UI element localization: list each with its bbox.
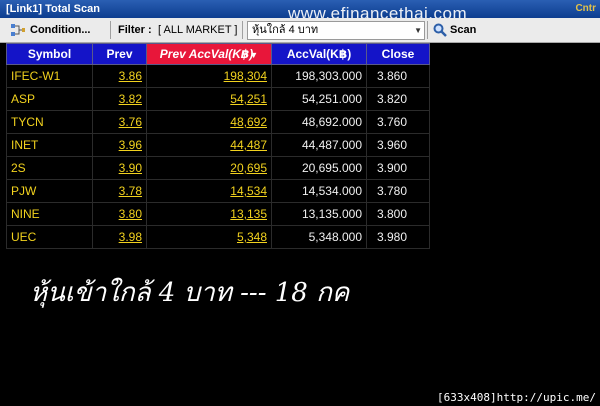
scan-select[interactable]: หุ้นใกล้ 4 บาท ▼ — [247, 21, 425, 40]
column-header-close[interactable]: Close — [366, 43, 430, 65]
prev-accval-cell[interactable]: 198,304 — [146, 64, 272, 88]
symbol-cell[interactable]: TYCN — [6, 110, 93, 134]
close-cell: 3.860 — [366, 64, 430, 88]
accval-cell: 48,692.000 — [271, 110, 367, 134]
prev-accval-cell[interactable]: 20,695 — [146, 156, 272, 180]
prev-cell[interactable]: 3.98 — [92, 225, 147, 249]
table-row[interactable]: IFEC-W1 3.86 198,304 198,303.000 3.860 — [6, 64, 430, 88]
close-cell: 3.780 — [366, 179, 430, 203]
table-row[interactable]: 2S 3.90 20,695 20,695.000 3.900 — [6, 156, 430, 180]
symbol-cell[interactable]: NINE — [6, 202, 93, 226]
accval-cell: 198,303.000 — [271, 64, 367, 88]
table-row[interactable]: ASP 3.82 54,251 54,251.000 3.820 — [6, 87, 430, 111]
scan-results-table: Symbol Prev Prev AccVal(K฿)▼ AccVal(K฿) … — [6, 43, 430, 249]
column-header-prev-accval[interactable]: Prev AccVal(K฿)▼ — [146, 43, 272, 65]
table-row[interactable]: INET 3.96 44,487 44,487.000 3.960 — [6, 133, 430, 157]
accval-cell: 14,534.000 — [271, 179, 367, 203]
window-title: [Link1] Total Scan — [6, 3, 100, 15]
scan-label: Scan — [450, 24, 477, 36]
column-header-prev-accval-label: Prev AccVal(K฿) — [159, 47, 254, 61]
prev-cell[interactable]: 3.96 — [92, 133, 147, 157]
chevron-down-icon[interactable]: ▼ — [414, 22, 422, 39]
accval-cell: 20,695.000 — [271, 156, 367, 180]
close-cell: 3.900 — [366, 156, 430, 180]
prev-cell[interactable]: 3.90 — [92, 156, 147, 180]
toolbar-divider — [427, 21, 428, 39]
table-row[interactable]: PJW 3.78 14,534 14,534.000 3.780 — [6, 179, 430, 203]
prev-accval-cell[interactable]: 54,251 — [146, 87, 272, 111]
close-cell: 3.820 — [366, 87, 430, 111]
symbol-cell[interactable]: INET — [6, 133, 93, 157]
table-header-row: Symbol Prev Prev AccVal(K฿)▼ AccVal(K฿) … — [6, 43, 430, 65]
toolbar-divider — [110, 21, 111, 39]
condition-button[interactable]: Condition... — [8, 18, 90, 42]
magnifier-icon — [433, 23, 447, 37]
corner-label[interactable]: Cntr — [575, 0, 596, 18]
symbol-cell[interactable]: PJW — [6, 179, 93, 203]
prev-accval-cell[interactable]: 5,348 — [146, 225, 272, 249]
table-row[interactable]: NINE 3.80 13,135 13,135.000 3.800 — [6, 202, 430, 226]
symbol-cell[interactable]: UEC — [6, 225, 93, 249]
prev-accval-cell[interactable]: 44,487 — [146, 133, 272, 157]
close-cell: 3.760 — [366, 110, 430, 134]
symbol-cell[interactable]: ASP — [6, 87, 93, 111]
prev-cell[interactable]: 3.78 — [92, 179, 147, 203]
footer-credit: [633x408]http://upic.me/ — [437, 391, 596, 404]
prev-accval-cell[interactable]: 14,534 — [146, 179, 272, 203]
symbol-cell[interactable]: IFEC-W1 — [6, 64, 93, 88]
condition-label: Condition... — [30, 24, 91, 36]
column-header-accval[interactable]: AccVal(K฿) — [271, 43, 367, 65]
close-cell: 3.800 — [366, 202, 430, 226]
accval-cell: 5,348.000 — [271, 225, 367, 249]
prev-cell[interactable]: 3.76 — [92, 110, 147, 134]
accval-cell: 44,487.000 — [271, 133, 367, 157]
prev-cell[interactable]: 3.80 — [92, 202, 147, 226]
close-cell: 3.960 — [366, 133, 430, 157]
accval-cell: 13,135.000 — [271, 202, 367, 226]
close-cell: 3.980 — [366, 225, 430, 249]
prev-accval-cell[interactable]: 48,692 — [146, 110, 272, 134]
condition-icon — [11, 24, 25, 36]
scan-select-value: หุ้นใกล้ 4 บาท — [252, 24, 319, 36]
accval-cell: 54,251.000 — [271, 87, 367, 111]
column-header-symbol[interactable]: Symbol — [6, 43, 93, 65]
filter-value[interactable]: [ ALL MARKET ] — [158, 18, 237, 42]
prev-accval-cell[interactable]: 13,135 — [146, 202, 272, 226]
prev-cell[interactable]: 3.86 — [92, 64, 147, 88]
table-row[interactable]: TYCN 3.76 48,692 48,692.000 3.760 — [6, 110, 430, 134]
toolbar: Condition... Filter : [ ALL MARKET ] หุ้… — [0, 18, 600, 43]
toolbar-divider — [242, 21, 243, 39]
sort-desc-icon: ▼ — [249, 50, 259, 60]
prev-cell[interactable]: 3.82 — [92, 87, 147, 111]
symbol-cell[interactable]: 2S — [6, 156, 93, 180]
caption-text: หุ้นเข้าใกล้ 4 บาท --- 18 กค — [30, 278, 350, 308]
filter-label: Filter : — [118, 24, 152, 36]
column-header-prev[interactable]: Prev — [92, 43, 147, 65]
table-row[interactable]: UEC 3.98 5,348 5,348.000 3.980 — [6, 225, 430, 249]
scan-button[interactable]: Scan — [432, 18, 476, 42]
